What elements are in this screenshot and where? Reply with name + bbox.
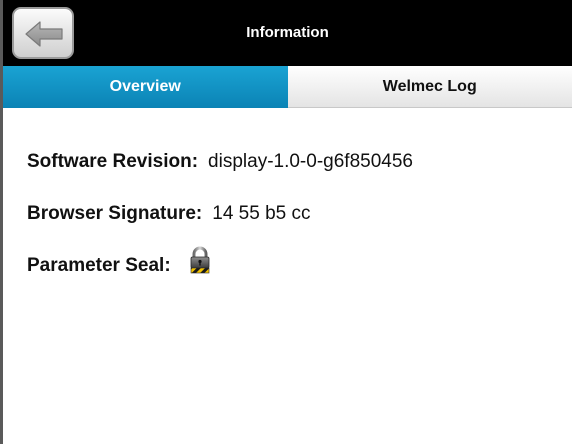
software-revision-label: Software Revision:	[27, 151, 199, 172]
tab-bar: Overview Welmec Log	[3, 66, 572, 108]
tab-overview[interactable]: Overview	[3, 66, 288, 108]
software-revision-value: display-1.0-0-g6f850456	[208, 151, 413, 172]
header-bar: Information	[3, 0, 572, 66]
browser-signature-value: 14 55 b5 cc	[212, 203, 311, 224]
back-button[interactable]	[12, 7, 74, 59]
padlock-icon	[189, 246, 211, 280]
software-revision-row: Software Revision: display-1.0-0-g6f8504…	[27, 147, 572, 177]
overview-panel: Software Revision: display-1.0-0-g6f8504…	[27, 147, 572, 303]
parameter-seal-row: Parameter Seal:	[27, 246, 572, 281]
back-arrow-icon	[25, 21, 63, 47]
browser-signature-label: Browser Signature:	[27, 203, 203, 224]
tab-welmec-log[interactable]: Welmec Log	[287, 66, 572, 108]
app-window: Information Overview Welmec Log Software…	[0, 0, 572, 444]
page-title: Information	[246, 24, 329, 41]
browser-signature-row: Browser Signature: 14 55 b5 cc	[27, 199, 572, 229]
parameter-seal-label: Parameter Seal:	[27, 255, 171, 276]
